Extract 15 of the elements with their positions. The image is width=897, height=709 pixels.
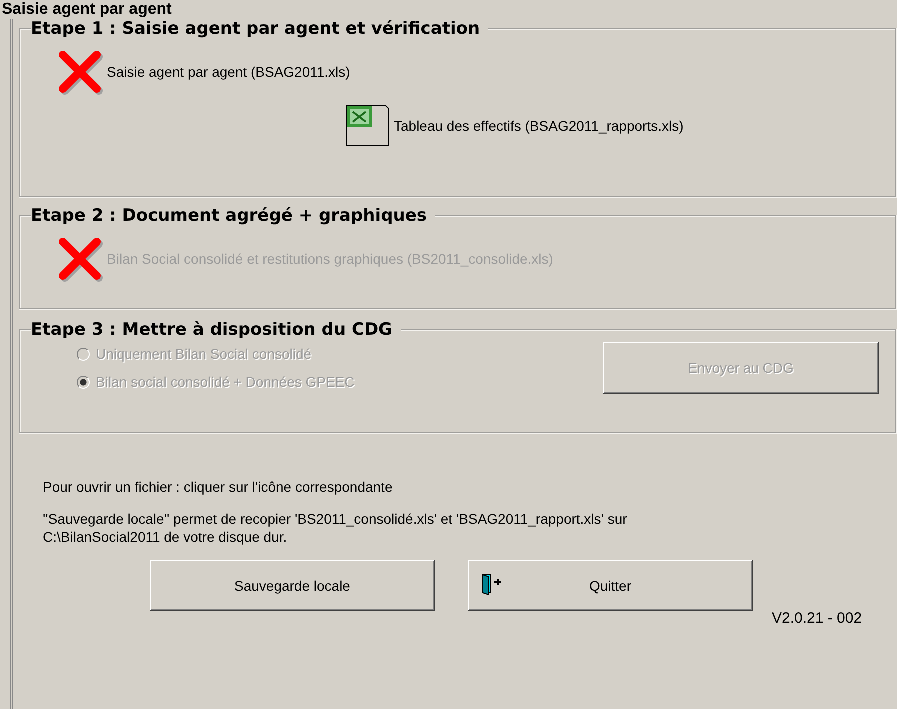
version-text: V2.0.21 - 002 (772, 610, 862, 627)
cross-icon[interactable] (57, 49, 103, 95)
cross-icon[interactable] (57, 236, 103, 282)
file-label[interactable]: Saisie agent par agent (BSAG2011.xls) (107, 64, 350, 80)
info-text: Pour ouvrir un fichier : cliquer sur l'icône correspondante (43, 478, 394, 496)
page-title: Saisie agent par agent (1, 0, 172, 19)
group-title: Etape 1 : Saisie agent par agent et vérification (31, 19, 482, 39)
group-title: Etape 3 : Mettre à disposition du CDG (31, 320, 394, 340)
quit-button[interactable]: Quitter (468, 560, 753, 611)
file-label[interactable]: Tableau des effectifs (BSAG2011_rapports.xls) (394, 118, 684, 134)
spreadsheet-icon[interactable] (346, 105, 390, 147)
save-button[interactable]: Sauvegarde locale (150, 560, 435, 611)
door-icon (481, 573, 503, 595)
group-title: Etape 2 : Document agrégé + graphiques (31, 206, 428, 226)
info-text: ''Sauvegarde locale'' permet de recopier 'BS2011_consolidé.xls' et 'BSAG2011_rapport.xls' sur C:\BilanSocial2011 de votre disque dur. (43, 510, 628, 546)
